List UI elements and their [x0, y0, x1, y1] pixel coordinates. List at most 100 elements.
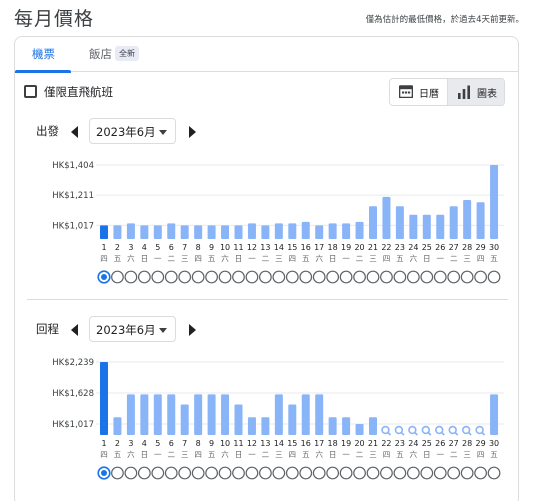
date-radio[interactable]	[285, 270, 299, 284]
date-radio[interactable]	[353, 270, 366, 284]
date-radio[interactable]	[285, 466, 299, 480]
date-radio[interactable]	[366, 270, 380, 284]
date-radio[interactable]	[353, 466, 366, 480]
price-bar[interactable]	[153, 394, 162, 435]
date-radio[interactable]	[326, 466, 340, 480]
price-bar[interactable]	[342, 223, 351, 239]
date-radio[interactable]	[339, 270, 353, 284]
date-radio[interactable]	[487, 466, 501, 480]
return-prev-month-icon[interactable]	[69, 322, 81, 338]
date-radio[interactable]	[164, 270, 178, 284]
date-radio[interactable]	[124, 466, 138, 480]
outbound-month-select[interactable]: 2023年6月	[89, 118, 176, 144]
date-radio[interactable]	[178, 466, 192, 480]
price-bar[interactable]	[301, 221, 310, 239]
date-radio[interactable]	[151, 466, 165, 480]
date-radio[interactable]	[258, 466, 272, 480]
price-bar[interactable]	[342, 417, 351, 435]
return-month-select[interactable]: 2023年6月	[89, 316, 176, 342]
price-bar[interactable]	[207, 394, 216, 435]
price-bar[interactable]	[328, 417, 337, 435]
price-bar[interactable]	[100, 225, 108, 239]
price-bar[interactable]	[436, 214, 445, 239]
date-radio[interactable]	[474, 466, 488, 480]
price-bar[interactable]	[463, 199, 472, 239]
date-radio[interactable]	[460, 270, 474, 284]
date-radio[interactable]	[164, 466, 178, 480]
date-radio[interactable]	[447, 466, 461, 480]
search-icon[interactable]	[475, 425, 486, 436]
date-radio[interactable]	[487, 270, 501, 284]
date-radio[interactable]	[312, 466, 326, 480]
price-bar[interactable]	[167, 223, 176, 239]
date-radio[interactable]	[272, 270, 286, 284]
price-bar[interactable]	[221, 394, 230, 435]
date-radio[interactable]	[433, 466, 447, 480]
date-radio[interactable]	[433, 270, 447, 284]
date-radio[interactable]	[111, 466, 124, 480]
date-radio[interactable]	[151, 270, 165, 284]
search-icon[interactable]	[394, 425, 405, 436]
return-next-month-icon[interactable]	[186, 322, 198, 338]
price-bar[interactable]	[261, 417, 270, 435]
price-bar[interactable]	[315, 225, 324, 239]
price-bar[interactable]	[449, 206, 458, 239]
price-bar[interactable]	[382, 196, 391, 239]
price-bar[interactable]	[126, 223, 135, 239]
date-radio[interactable]	[447, 270, 461, 284]
price-bar[interactable]	[221, 225, 230, 239]
search-icon[interactable]	[381, 425, 392, 436]
date-radio[interactable]	[232, 466, 245, 480]
tab-hotels[interactable]: 飯店 全新	[89, 37, 161, 72]
date-radio[interactable]	[245, 466, 259, 480]
outbound-next-month-icon[interactable]	[186, 124, 198, 140]
date-radio[interactable]	[205, 270, 219, 284]
date-radio[interactable]	[111, 270, 124, 284]
date-radio[interactable]	[380, 270, 393, 284]
date-radio[interactable]	[245, 270, 259, 284]
chart-view-button[interactable]: 圖表	[448, 79, 504, 105]
price-bar[interactable]	[301, 394, 310, 435]
price-bar[interactable]	[247, 223, 256, 239]
price-bar[interactable]	[180, 225, 189, 239]
date-radio[interactable]	[299, 466, 313, 480]
price-bar[interactable]	[247, 417, 256, 435]
price-bar[interactable]	[207, 225, 216, 239]
price-bar[interactable]	[315, 394, 324, 435]
tab-flights[interactable]: 機票	[15, 37, 71, 73]
price-bar[interactable]	[234, 225, 243, 239]
price-bar[interactable]	[355, 221, 364, 239]
price-bar[interactable]	[288, 223, 297, 239]
date-radio[interactable]	[393, 270, 407, 284]
price-bar[interactable]	[167, 394, 176, 435]
outbound-prev-month-icon[interactable]	[69, 124, 81, 140]
date-radio[interactable]	[178, 270, 192, 284]
price-bar[interactable]	[113, 225, 122, 239]
search-icon[interactable]	[448, 425, 459, 436]
price-bar[interactable]	[422, 214, 431, 239]
price-bar[interactable]	[113, 417, 122, 435]
price-bar[interactable]	[409, 214, 418, 239]
price-bar[interactable]	[355, 423, 364, 435]
date-radio[interactable]	[258, 270, 272, 284]
date-radio[interactable]	[191, 466, 205, 480]
price-bar[interactable]	[140, 394, 149, 435]
search-icon[interactable]	[461, 425, 472, 436]
price-bar[interactable]	[288, 404, 297, 435]
date-radio[interactable]	[218, 466, 232, 480]
price-bar[interactable]	[140, 225, 149, 239]
price-bar[interactable]	[490, 165, 499, 239]
search-icon[interactable]	[421, 425, 432, 436]
price-bar[interactable]	[234, 404, 243, 435]
date-radio[interactable]	[124, 270, 138, 284]
nonstop-checkbox[interactable]	[24, 85, 37, 98]
calendar-view-button[interactable]: 日曆	[390, 79, 447, 105]
date-radio[interactable]	[460, 466, 474, 480]
date-radio[interactable]	[406, 466, 420, 480]
date-radio[interactable]	[393, 466, 407, 480]
price-bar[interactable]	[194, 394, 203, 435]
date-radio[interactable]	[218, 270, 232, 284]
price-bar[interactable]	[126, 394, 135, 435]
date-radio[interactable]	[380, 466, 393, 480]
search-icon[interactable]	[408, 425, 418, 436]
